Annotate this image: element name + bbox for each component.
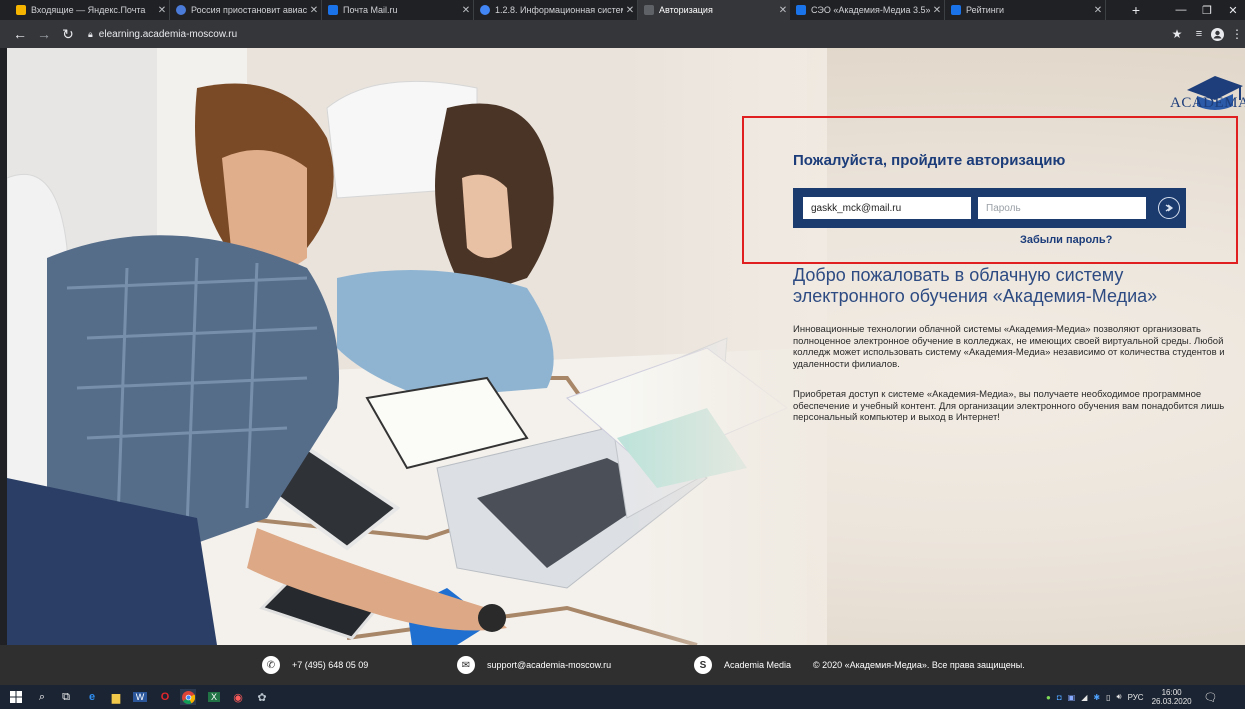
forgot-password-link[interactable]: Забыли пароль?: [1020, 234, 1112, 246]
notifications-icon[interactable]: 🗨︎: [1204, 691, 1218, 704]
minimize-icon[interactable]: —: [1170, 0, 1192, 20]
tray-wifi-icon[interactable]: ◢: [1081, 693, 1087, 702]
close-tab-icon[interactable]: ✕: [459, 5, 473, 16]
close-tab-icon[interactable]: ✕: [155, 5, 169, 16]
browser-tab-strip: Входящие — Яндекс.Почта ✕ Россия приоста…: [0, 0, 1245, 20]
new-tab-button[interactable]: +: [1126, 0, 1146, 20]
tray-volume-icon[interactable]: 🔊︎: [1117, 692, 1122, 702]
mail-icon: [16, 5, 26, 15]
close-tab-icon[interactable]: ✕: [1091, 5, 1105, 16]
academia-icon: [951, 5, 961, 15]
browser-toolbar: ← → ↻ 🔒︎ elearning.academia-moscow.ru ★ …: [0, 20, 1245, 48]
mail-icon: [328, 5, 338, 15]
intro-paragraph-1: Инновационные технологии облачной систем…: [793, 324, 1225, 370]
close-tab-icon[interactable]: ✕: [776, 5, 790, 16]
footer-phone: ✆ +7 (495) 648 05 09: [262, 645, 368, 685]
search-icon[interactable]: ⌕: [34, 689, 50, 705]
intro-paragraph-2: Приобретая доступ к системе «Академия-Ме…: [793, 389, 1225, 423]
page-icon: [644, 5, 654, 15]
submit-login-button[interactable]: [1158, 197, 1180, 219]
tray-bluetooth-icon[interactable]: ✱: [1093, 693, 1100, 702]
tray-battery-icon[interactable]: ▯: [1106, 693, 1110, 702]
tab-info-system[interactable]: 1.2.8. Информационная систем ✕: [474, 0, 638, 20]
logo-text: ACADEMA: [1170, 95, 1245, 111]
reload-icon[interactable]: ↻: [58, 24, 78, 44]
record-icon[interactable]: ◉: [230, 689, 246, 705]
lock-icon: 🔒︎: [88, 28, 93, 39]
word-icon[interactable]: W: [132, 689, 148, 705]
skype-icon: S: [694, 656, 712, 674]
file-explorer-icon[interactable]: ▆: [108, 689, 124, 705]
close-tab-icon[interactable]: ✕: [623, 5, 637, 16]
windows-taskbar: ⌕ ⧉ e ▆ W O X ◉ ✿ ● ◘ ▣ ◢ ✱ ▯ 🔊︎ РУС 16:…: [0, 685, 1245, 709]
close-tab-icon[interactable]: ✕: [307, 5, 321, 16]
opera-icon[interactable]: O: [157, 689, 173, 705]
tab-authorization[interactable]: Авторизация ✕: [638, 0, 790, 20]
tab-yandex-mail[interactable]: Входящие — Яндекс.Почта ✕: [10, 0, 170, 20]
login-input[interactable]: [803, 197, 971, 219]
tab-news[interactable]: Россия приостановит авиасооб ✕: [170, 0, 322, 20]
forward-arrow-icon[interactable]: →: [34, 24, 54, 44]
menu-dots-icon[interactable]: ⋮: [1228, 24, 1245, 44]
envelope-icon: ✉: [457, 656, 475, 674]
system-tray: ● ◘ ▣ ◢ ✱ ▯ 🔊︎ РУС 16:00 26.03.2020 🗨︎: [1046, 685, 1218, 709]
auth-title: Пожалуйста, пройдите авторизацию: [793, 152, 1066, 169]
doc-icon: [480, 5, 490, 15]
task-view-icon[interactable]: ⧉: [58, 689, 74, 705]
arrow-right-icon: [1165, 204, 1174, 212]
bookmark-star-icon[interactable]: ★: [1168, 24, 1186, 44]
tab-mailru[interactable]: Почта Mail.ru ✕: [322, 0, 474, 20]
academia-icon: [796, 5, 806, 15]
password-input[interactable]: [978, 197, 1146, 219]
close-tab-icon[interactable]: ✕: [930, 5, 944, 16]
edge-icon[interactable]: e: [84, 689, 100, 705]
tray-network-app-icon[interactable]: ◘: [1057, 693, 1062, 702]
footer-copyright: © 2020 «Академия-Медиа». Все права защищ…: [813, 660, 1025, 670]
phone-icon: ✆: [262, 656, 280, 674]
excel-icon[interactable]: X: [206, 689, 222, 705]
tab-academia-media[interactable]: СЭО «Академия-Медиа 3.5» ✕: [790, 0, 945, 20]
back-arrow-icon[interactable]: ←: [10, 24, 30, 44]
tab-ratings[interactable]: Рейтинги ✕: [945, 0, 1106, 20]
address-bar[interactable]: 🔒︎ elearning.academia-moscow.ru: [88, 25, 237, 43]
input-language[interactable]: РУС: [1128, 693, 1144, 702]
news-icon: [176, 5, 186, 15]
footer-skype[interactable]: S Academia Media: [694, 645, 791, 685]
reading-list-icon[interactable]: ≡: [1190, 24, 1208, 44]
tray-status-icon[interactable]: ●: [1046, 693, 1051, 702]
windows-start-icon[interactable]: [8, 689, 24, 705]
close-window-icon[interactable]: ✕: [1222, 0, 1244, 20]
chrome-icon[interactable]: [180, 689, 196, 705]
tray-display-icon[interactable]: ▣: [1068, 693, 1076, 702]
taskbar-clock[interactable]: 16:00 26.03.2020: [1152, 688, 1192, 706]
maximize-icon[interactable]: ❐: [1196, 0, 1218, 20]
welcome-heading: Добро пожаловать в облачную систему элек…: [793, 265, 1158, 306]
app-icon[interactable]: ✿: [254, 689, 270, 705]
profile-icon[interactable]: [1208, 24, 1226, 44]
page-footer: ✆ +7 (495) 648 05 09 ✉ support@academia-…: [0, 645, 1245, 685]
login-form: [793, 188, 1186, 228]
footer-email[interactable]: ✉ support@academia-moscow.ru: [457, 645, 611, 685]
